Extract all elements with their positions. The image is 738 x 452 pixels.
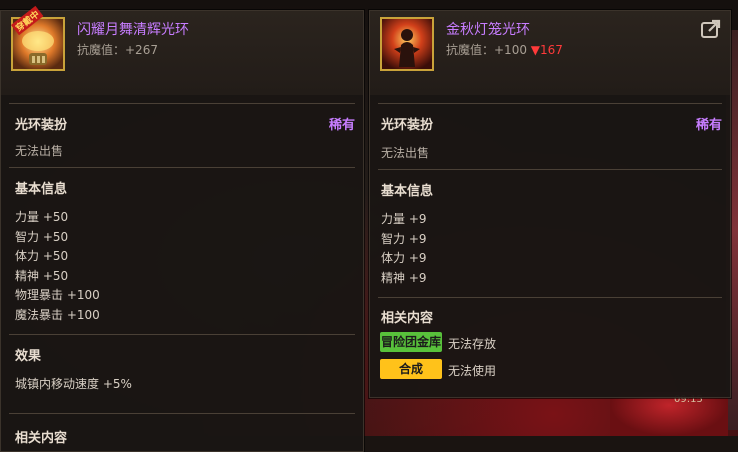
resistance-delta: ▼167 [530,43,563,57]
synthesis-status: 无法使用 [448,364,497,378]
resistance-value: 抗魔值：+267 [77,43,158,57]
background-red-orb: 09:15 [610,392,728,436]
category-label: 光环装扮 [381,118,434,133]
divider [9,413,355,414]
item-name: 金秋灯笼光环 [446,22,530,38]
resistance-value: 抗魔值：+100 ▼167 [446,41,563,58]
equipped-item-tooltip: 穿戴中 闪耀月舞清辉光环 抗魔值：+267 光环装扮 稀有 无法出售 基本信息 … [0,5,364,452]
stat-line: 力量 +50 [15,210,69,224]
related-title: 相关内容 [15,431,68,446]
item-icon [380,17,434,71]
trade-status: 无法出售 [381,146,430,160]
stat-list: 力量 +9 智力 +9 体力 +9 精神 +9 [381,210,427,288]
share-icon[interactable] [700,19,722,39]
adventure-vault-button[interactable]: 冒险团金库 [380,332,442,352]
basic-info-title: 基本信息 [381,184,434,199]
effect-title: 效果 [15,349,42,364]
item-icon: 穿戴中 [11,5,65,71]
stat-list: 力量 +50 智力 +50 体力 +50 精神 +50 物理暴击 +100 魔法… [15,208,100,325]
vault-status: 无法存放 [448,337,497,351]
category-label: 光环装扮 [15,118,68,133]
divider [378,103,722,104]
stat-line: 精神 +50 [15,268,69,283]
stat-line: 智力 +9 [381,231,427,246]
rarity-label: 稀有 [328,118,355,133]
tooltip-header: 金秋灯笼光环 抗魔值：+100 ▼167 [370,11,730,95]
item-name: 闪耀月舞清辉光环 [77,22,189,38]
related-title: 相关内容 [381,311,434,326]
stat-line: 体力 +9 [381,251,427,265]
divider [9,334,355,335]
stat-line: 物理暴击 +100 [15,288,100,302]
stat-line: 精神 +9 [381,270,427,285]
effect-text: 城镇内移动速度 +5% [15,377,132,391]
basic-info-title: 基本信息 [15,182,68,197]
compare-item-tooltip: 金秋灯笼光环 抗魔值：+100 ▼167 光环装扮 稀有 无法出售 基本信息 力… [369,10,731,398]
divider [9,167,355,168]
stat-line: 体力 +50 [15,249,69,263]
tooltip-header: 穿戴中 闪耀月舞清辉光环 抗魔值：+267 [1,5,363,95]
synthesis-button[interactable]: 合成 [380,359,442,379]
divider [378,297,722,298]
stat-line: 智力 +50 [15,229,69,244]
resistance-text: 抗魔值：+100 [446,43,527,57]
divider [378,169,722,170]
divider [9,103,355,104]
rarity-label: 稀有 [695,118,722,133]
trade-status: 无法出售 [15,144,64,158]
stat-line: 魔法暴击 +100 [15,307,100,322]
stat-line: 力量 +9 [381,212,427,226]
